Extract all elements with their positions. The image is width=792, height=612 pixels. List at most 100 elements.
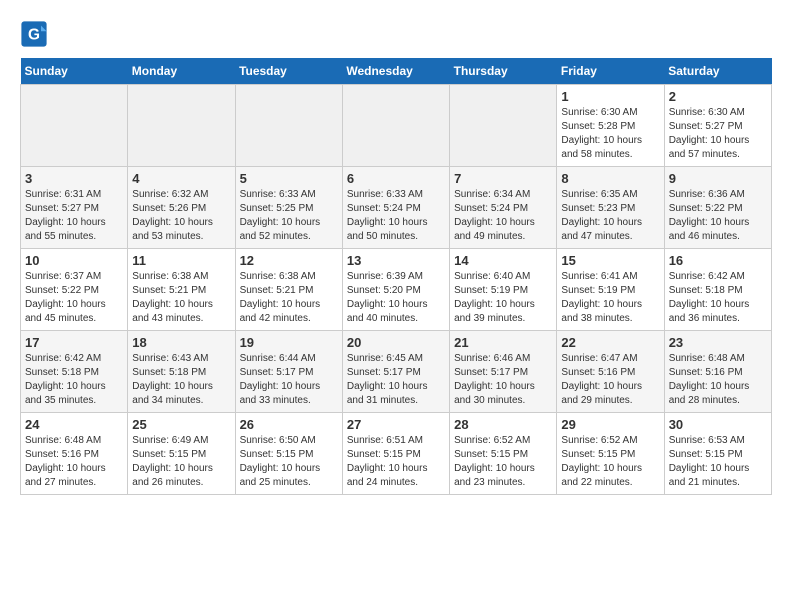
day-number: 22	[561, 335, 659, 350]
day-number: 2	[669, 89, 767, 104]
calendar-week-row: 17 Sunrise: 6:42 AMSunset: 5:18 PMDayligh…	[21, 331, 772, 413]
day-number: 27	[347, 417, 445, 432]
calendar-cell: 29 Sunrise: 6:52 AMSunset: 5:15 PMDayligh…	[557, 413, 664, 495]
calendar-cell: 3 Sunrise: 6:31 AMSunset: 5:27 PMDaylight…	[21, 167, 128, 249]
day-number: 12	[240, 253, 338, 268]
day-number: 4	[132, 171, 230, 186]
day-number: 7	[454, 171, 552, 186]
calendar-cell: 19Sunrise: 6:44 AMSunset: 5:17 PMDayligh…	[235, 331, 342, 413]
day-number: 5	[240, 171, 338, 186]
day-info: Sunrise: 6:38 AMSunset: 5:21 PMDaylight:…	[132, 270, 230, 326]
calendar-cell: 7 Sunrise: 6:34 AMSunset: 5:24 PMDaylight…	[450, 167, 557, 249]
calendar-week-row: 3 Sunrise: 6:31 AMSunset: 5:27 PMDaylight…	[21, 167, 772, 249]
calendar-cell: 9 Sunrise: 6:36 AMSunset: 5:22 PMDaylight…	[664, 167, 771, 249]
logo-icon: G	[20, 20, 48, 48]
calendar-cell	[128, 85, 235, 167]
svg-text:G: G	[28, 27, 40, 44]
day-number: 14	[454, 253, 552, 268]
day-number: 13	[347, 253, 445, 268]
day-info: Sunrise: 6:36 AMSunset: 5:22 PMDaylight:…	[669, 188, 767, 244]
day-info: Sunrise: 6:52 AMSunset: 5:15 PMDaylight:…	[561, 434, 659, 490]
day-number: 21	[454, 335, 552, 350]
day-number: 28	[454, 417, 552, 432]
day-info: Sunrise: 6:31 AMSunset: 5:27 PMDaylight:…	[25, 188, 123, 244]
day-number: 8	[561, 171, 659, 186]
calendar-cell: 12 Sunrise: 6:38 AMSunset: 5:21 PMDayligh…	[235, 249, 342, 331]
calendar-cell: 14 Sunrise: 6:40 AMSunset: 5:19 PMDayligh…	[450, 249, 557, 331]
calendar-cell: 27 Sunrise: 6:51 AMSunset: 5:15 PMDayligh…	[342, 413, 449, 495]
calendar-cell: 16 Sunrise: 6:42 AMSunset: 5:18 PMDayligh…	[664, 249, 771, 331]
day-info: Sunrise: 6:42 AMSunset: 5:18 PMDaylight:…	[669, 270, 767, 326]
day-info: Sunrise: 6:41 AMSunset: 5:19 PMDaylight:…	[561, 270, 659, 326]
day-info: Sunrise: 6:53 AMSunset: 5:15 PMDaylight:…	[669, 434, 767, 490]
day-header-thursday: Thursday	[450, 58, 557, 85]
day-number: 3	[25, 171, 123, 186]
calendar-cell: 15 Sunrise: 6:41 AMSunset: 5:19 PMDayligh…	[557, 249, 664, 331]
day-info: Sunrise: 6:35 AMSunset: 5:23 PMDaylight:…	[561, 188, 659, 244]
day-info: Sunrise: 6:42 AMSunset: 5:18 PMDaylight:…	[25, 352, 123, 408]
calendar-cell: 5Sunrise: 6:33 AMSunset: 5:25 PMDaylight…	[235, 167, 342, 249]
day-number: 10	[25, 253, 123, 268]
calendar-cell: 11 Sunrise: 6:38 AMSunset: 5:21 PMDayligh…	[128, 249, 235, 331]
calendar-cell: 18Sunrise: 6:43 AMSunset: 5:18 PMDayligh…	[128, 331, 235, 413]
day-info: Sunrise: 6:52 AMSunset: 5:15 PMDaylight:…	[454, 434, 552, 490]
day-info: Sunrise: 6:50 AMSunset: 5:15 PMDaylight:…	[240, 434, 338, 490]
day-info: Sunrise: 6:33 AMSunset: 5:24 PMDaylight:…	[347, 188, 445, 244]
day-number: 15	[561, 253, 659, 268]
day-number: 29	[561, 417, 659, 432]
day-info: Sunrise: 6:37 AMSunset: 5:22 PMDaylight:…	[25, 270, 123, 326]
day-number: 6	[347, 171, 445, 186]
calendar-cell: 10 Sunrise: 6:37 AMSunset: 5:22 PMDayligh…	[21, 249, 128, 331]
calendar-cell: 4 Sunrise: 6:32 AMSunset: 5:26 PMDaylight…	[128, 167, 235, 249]
day-info: Sunrise: 6:49 AMSunset: 5:15 PMDaylight:…	[132, 434, 230, 490]
day-number: 20	[347, 335, 445, 350]
calendar-cell: 24 Sunrise: 6:48 AMSunset: 5:16 PMDayligh…	[21, 413, 128, 495]
calendar-cell	[235, 85, 342, 167]
page-header: G	[20, 20, 772, 48]
day-info: Sunrise: 6:48 AMSunset: 5:16 PMDaylight:…	[669, 352, 767, 408]
day-info: Sunrise: 6:30 AMSunset: 5:27 PMDaylight:…	[669, 106, 767, 162]
calendar-cell: 1 Sunrise: 6:30 AMSunset: 5:28 PMDaylight…	[557, 85, 664, 167]
day-info: Sunrise: 6:46 AMSunset: 5:17 PMDaylight:…	[454, 352, 552, 408]
calendar-cell: 23 Sunrise: 6:48 AMSunset: 5:16 PMDayligh…	[664, 331, 771, 413]
day-header-sunday: Sunday	[21, 58, 128, 85]
day-header-tuesday: Tuesday	[235, 58, 342, 85]
calendar-cell: 20 Sunrise: 6:45 AMSunset: 5:17 PMDayligh…	[342, 331, 449, 413]
calendar-week-row: 1 Sunrise: 6:30 AMSunset: 5:28 PMDaylight…	[21, 85, 772, 167]
calendar-cell: 30 Sunrise: 6:53 AMSunset: 5:15 PMDayligh…	[664, 413, 771, 495]
day-info: Sunrise: 6:48 AMSunset: 5:16 PMDaylight:…	[25, 434, 123, 490]
day-info: Sunrise: 6:30 AMSunset: 5:28 PMDaylight:…	[561, 106, 659, 162]
day-info: Sunrise: 6:39 AMSunset: 5:20 PMDaylight:…	[347, 270, 445, 326]
day-number: 9	[669, 171, 767, 186]
logo: G	[20, 20, 52, 48]
day-header-wednesday: Wednesday	[342, 58, 449, 85]
day-number: 24	[25, 417, 123, 432]
calendar-cell: 21 Sunrise: 6:46 AMSunset: 5:17 PMDayligh…	[450, 331, 557, 413]
day-info: Sunrise: 6:43 AMSunset: 5:18 PMDaylight:…	[132, 352, 230, 408]
day-info: Sunrise: 6:44 AMSunset: 5:17 PMDaylight:…	[240, 352, 338, 408]
day-number: 23	[669, 335, 767, 350]
day-info: Sunrise: 6:38 AMSunset: 5:21 PMDaylight:…	[240, 270, 338, 326]
day-number: 16	[669, 253, 767, 268]
day-number: 1	[561, 89, 659, 104]
calendar-cell: 2 Sunrise: 6:30 AMSunset: 5:27 PMDaylight…	[664, 85, 771, 167]
calendar-cell: 17 Sunrise: 6:42 AMSunset: 5:18 PMDayligh…	[21, 331, 128, 413]
day-number: 11	[132, 253, 230, 268]
day-number: 26	[240, 417, 338, 432]
day-info: Sunrise: 6:32 AMSunset: 5:26 PMDaylight:…	[132, 188, 230, 244]
day-info: Sunrise: 6:40 AMSunset: 5:19 PMDaylight:…	[454, 270, 552, 326]
day-number: 30	[669, 417, 767, 432]
day-info: Sunrise: 6:45 AMSunset: 5:17 PMDaylight:…	[347, 352, 445, 408]
calendar-cell	[450, 85, 557, 167]
day-info: Sunrise: 6:34 AMSunset: 5:24 PMDaylight:…	[454, 188, 552, 244]
day-info: Sunrise: 6:47 AMSunset: 5:16 PMDaylight:…	[561, 352, 659, 408]
calendar-cell: 25Sunrise: 6:49 AMSunset: 5:15 PMDayligh…	[128, 413, 235, 495]
day-header-saturday: Saturday	[664, 58, 771, 85]
day-number: 17	[25, 335, 123, 350]
day-info: Sunrise: 6:51 AMSunset: 5:15 PMDaylight:…	[347, 434, 445, 490]
calendar-week-row: 10 Sunrise: 6:37 AMSunset: 5:22 PMDayligh…	[21, 249, 772, 331]
calendar-cell: 28 Sunrise: 6:52 AMSunset: 5:15 PMDayligh…	[450, 413, 557, 495]
calendar-week-row: 24 Sunrise: 6:48 AMSunset: 5:16 PMDayligh…	[21, 413, 772, 495]
calendar-cell: 26 Sunrise: 6:50 AMSunset: 5:15 PMDayligh…	[235, 413, 342, 495]
calendar-cell: 13 Sunrise: 6:39 AMSunset: 5:20 PMDayligh…	[342, 249, 449, 331]
